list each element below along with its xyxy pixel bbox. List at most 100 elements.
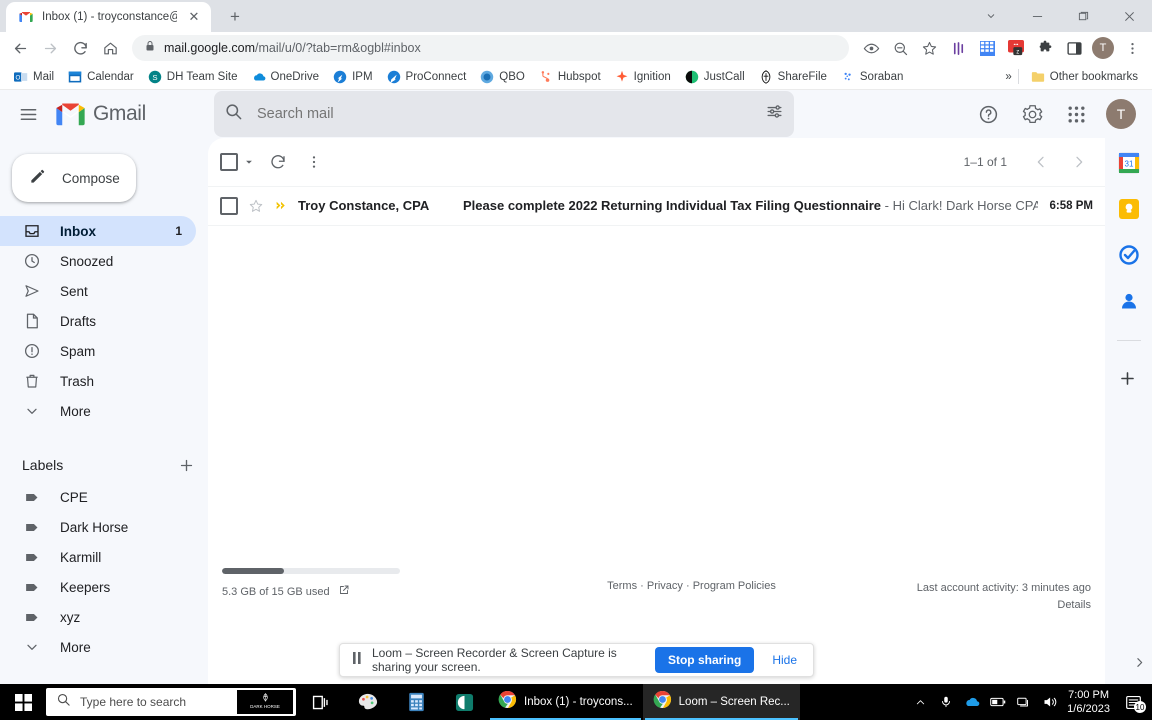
onedrive-tray-icon[interactable] [959,684,985,720]
bookmark-onedrive[interactable]: OneDrive [246,68,326,86]
add-apps-icon[interactable] [1118,369,1140,391]
chevron-right-icon[interactable] [1133,656,1146,672]
sidebar-label-dark-horse[interactable]: Dark Horse [0,512,196,542]
bookmark-justcall[interactable]: JustCall [679,68,751,86]
reload-icon[interactable] [66,34,94,62]
sidebar-item-drafts[interactable]: Drafts [0,306,196,336]
important-marker-icon[interactable] [264,199,288,212]
incognito-eye-icon[interactable] [857,34,885,62]
sidebar-label-keepers[interactable]: Keepers [0,572,196,602]
maximize-icon[interactable] [1060,0,1106,32]
taskbar-search-box[interactable]: Type here to search DARK HORSE [46,688,296,716]
taskbar-clock[interactable]: 7:00 PM 1/6/2023 [1063,688,1118,716]
sidebar-item-snoozed[interactable]: Snoozed [0,246,196,276]
gear-icon[interactable] [1012,94,1052,134]
bookmark-soraban[interactable]: Soraban [835,68,909,86]
sidebar-label-karmill[interactable]: Karmill [0,542,196,572]
close-icon[interactable]: ✕ [185,8,203,26]
star-icon[interactable] [238,198,264,214]
microphone-icon[interactable] [933,684,959,720]
sidebar-item-more[interactable]: More [0,396,196,426]
external-link-icon[interactable] [338,584,350,599]
gmail-logo[interactable]: Gmail [48,102,208,127]
google-apps-icon[interactable] [1056,94,1096,134]
calculator-app-icon[interactable] [392,684,440,720]
hide-sharing-button[interactable]: Hide [764,653,805,667]
table-row[interactable]: Troy Constance, CPA Please complete 2022… [208,186,1105,226]
minimize-icon[interactable] [1014,0,1060,32]
bookmark-ignition[interactable]: Ignition [609,68,677,86]
pause-icon[interactable] [352,651,362,669]
bookmark-calendar[interactable]: Calendar [62,68,140,86]
new-tab-button[interactable]: + [221,3,249,31]
home-icon[interactable] [96,34,124,62]
network-icon[interactable] [1011,684,1037,720]
more-vertical-icon[interactable] [296,144,332,180]
sidebar-label-cpe[interactable]: CPE [0,482,196,512]
volume-icon[interactable] [1037,684,1063,720]
bookmark-star-icon[interactable] [915,34,943,62]
taskbar-window-loom[interactable]: Loom – Screen Rec... [642,684,800,720]
battery-icon[interactable] [985,684,1011,720]
windows-start-icon[interactable] [0,684,46,720]
zoom-extension-icon[interactable]: ••• z [1002,34,1030,62]
paint-app-icon[interactable] [344,684,392,720]
browser-tab[interactable]: Inbox (1) - troyconstance@gmai ✕ [6,2,211,32]
google-calendar-icon[interactable]: 31 [1118,152,1140,174]
google-keep-icon[interactable] [1118,198,1140,220]
footer-links[interactable]: Terms · Privacy · Program Policies [552,568,831,592]
sidebar-item-trash[interactable]: Trash [0,366,196,396]
search-highlight-badge[interactable]: DARK HORSE [237,690,293,714]
close-window-icon[interactable] [1106,0,1152,32]
bookmark-dh-team-site[interactable]: S DH Team Site [142,68,244,86]
forward-icon[interactable] [36,34,64,62]
notifications-icon[interactable]: 10 [1118,684,1148,720]
task-view-icon[interactable] [296,684,344,720]
account-avatar[interactable]: T [1106,99,1136,129]
bookmark-qbo[interactable]: QBO [474,68,531,86]
chevron-left-icon[interactable] [1023,144,1059,180]
help-icon[interactable] [968,94,1008,134]
refresh-icon[interactable] [260,144,296,180]
plus-icon[interactable] [176,455,196,475]
address-bar[interactable]: mail.google.com/mail/u/0/?tab=rm&ogbl#in… [132,35,849,61]
sidebar-label-xyz[interactable]: xyz [0,602,196,632]
sidebar-item-spam[interactable]: Spam [0,336,196,366]
google-contacts-icon[interactable] [1118,290,1140,312]
hamburger-menu-icon[interactable] [8,94,48,134]
other-bookmarks-folder[interactable]: Other bookmarks [1025,68,1144,86]
back-icon[interactable] [6,34,34,62]
chevron-right-icon[interactable] [1061,144,1097,180]
stop-sharing-button[interactable]: Stop sharing [654,647,755,673]
zoom-out-icon[interactable] [886,34,914,62]
search-input[interactable] [257,106,751,122]
search-bar[interactable] [214,91,794,137]
compose-button[interactable]: Compose [12,154,136,202]
row-checkbox[interactable] [220,196,238,215]
grid-extension-icon[interactable] [973,34,1001,62]
chrome-menu-icon[interactable] [1118,34,1146,62]
bookmark-sharefile[interactable]: ShareFile [753,68,833,86]
taskbar-window-inbox[interactable]: Inbox (1) - troycons... [488,684,643,720]
bookmark-ipm[interactable]: IPM [327,68,378,86]
side-panel-icon[interactable] [1060,34,1088,62]
bookmark-proconnect[interactable]: ProConnect [381,68,473,86]
sidebar-labels-more[interactable]: More [0,632,196,662]
select-dropdown-icon[interactable] [238,144,260,180]
extensions-puzzle-icon[interactable] [1031,34,1059,62]
details-link[interactable]: Details [831,597,1091,614]
bookmark-mail[interactable]: O Mail [8,68,60,86]
teams-app-icon[interactable] [440,684,488,720]
profile-avatar[interactable]: T [1089,34,1117,62]
bookmarks-overflow-button[interactable]: » [1005,71,1011,83]
tab-search-icon[interactable] [968,0,1014,32]
search-options-icon[interactable] [765,102,784,126]
google-tasks-icon[interactable] [1118,244,1140,266]
sidebar-item-sent[interactable]: Sent [0,276,196,306]
show-hidden-icons-chevron[interactable] [907,684,933,720]
select-all-checkbox[interactable] [220,153,238,171]
grammarly-extension-icon[interactable] [944,34,972,62]
sidebar-item-inbox[interactable]: Inbox 1 [0,216,196,246]
bookmark-hubspot[interactable]: Hubspot [533,68,607,86]
pagination: 1–1 of 1 [964,144,1097,180]
